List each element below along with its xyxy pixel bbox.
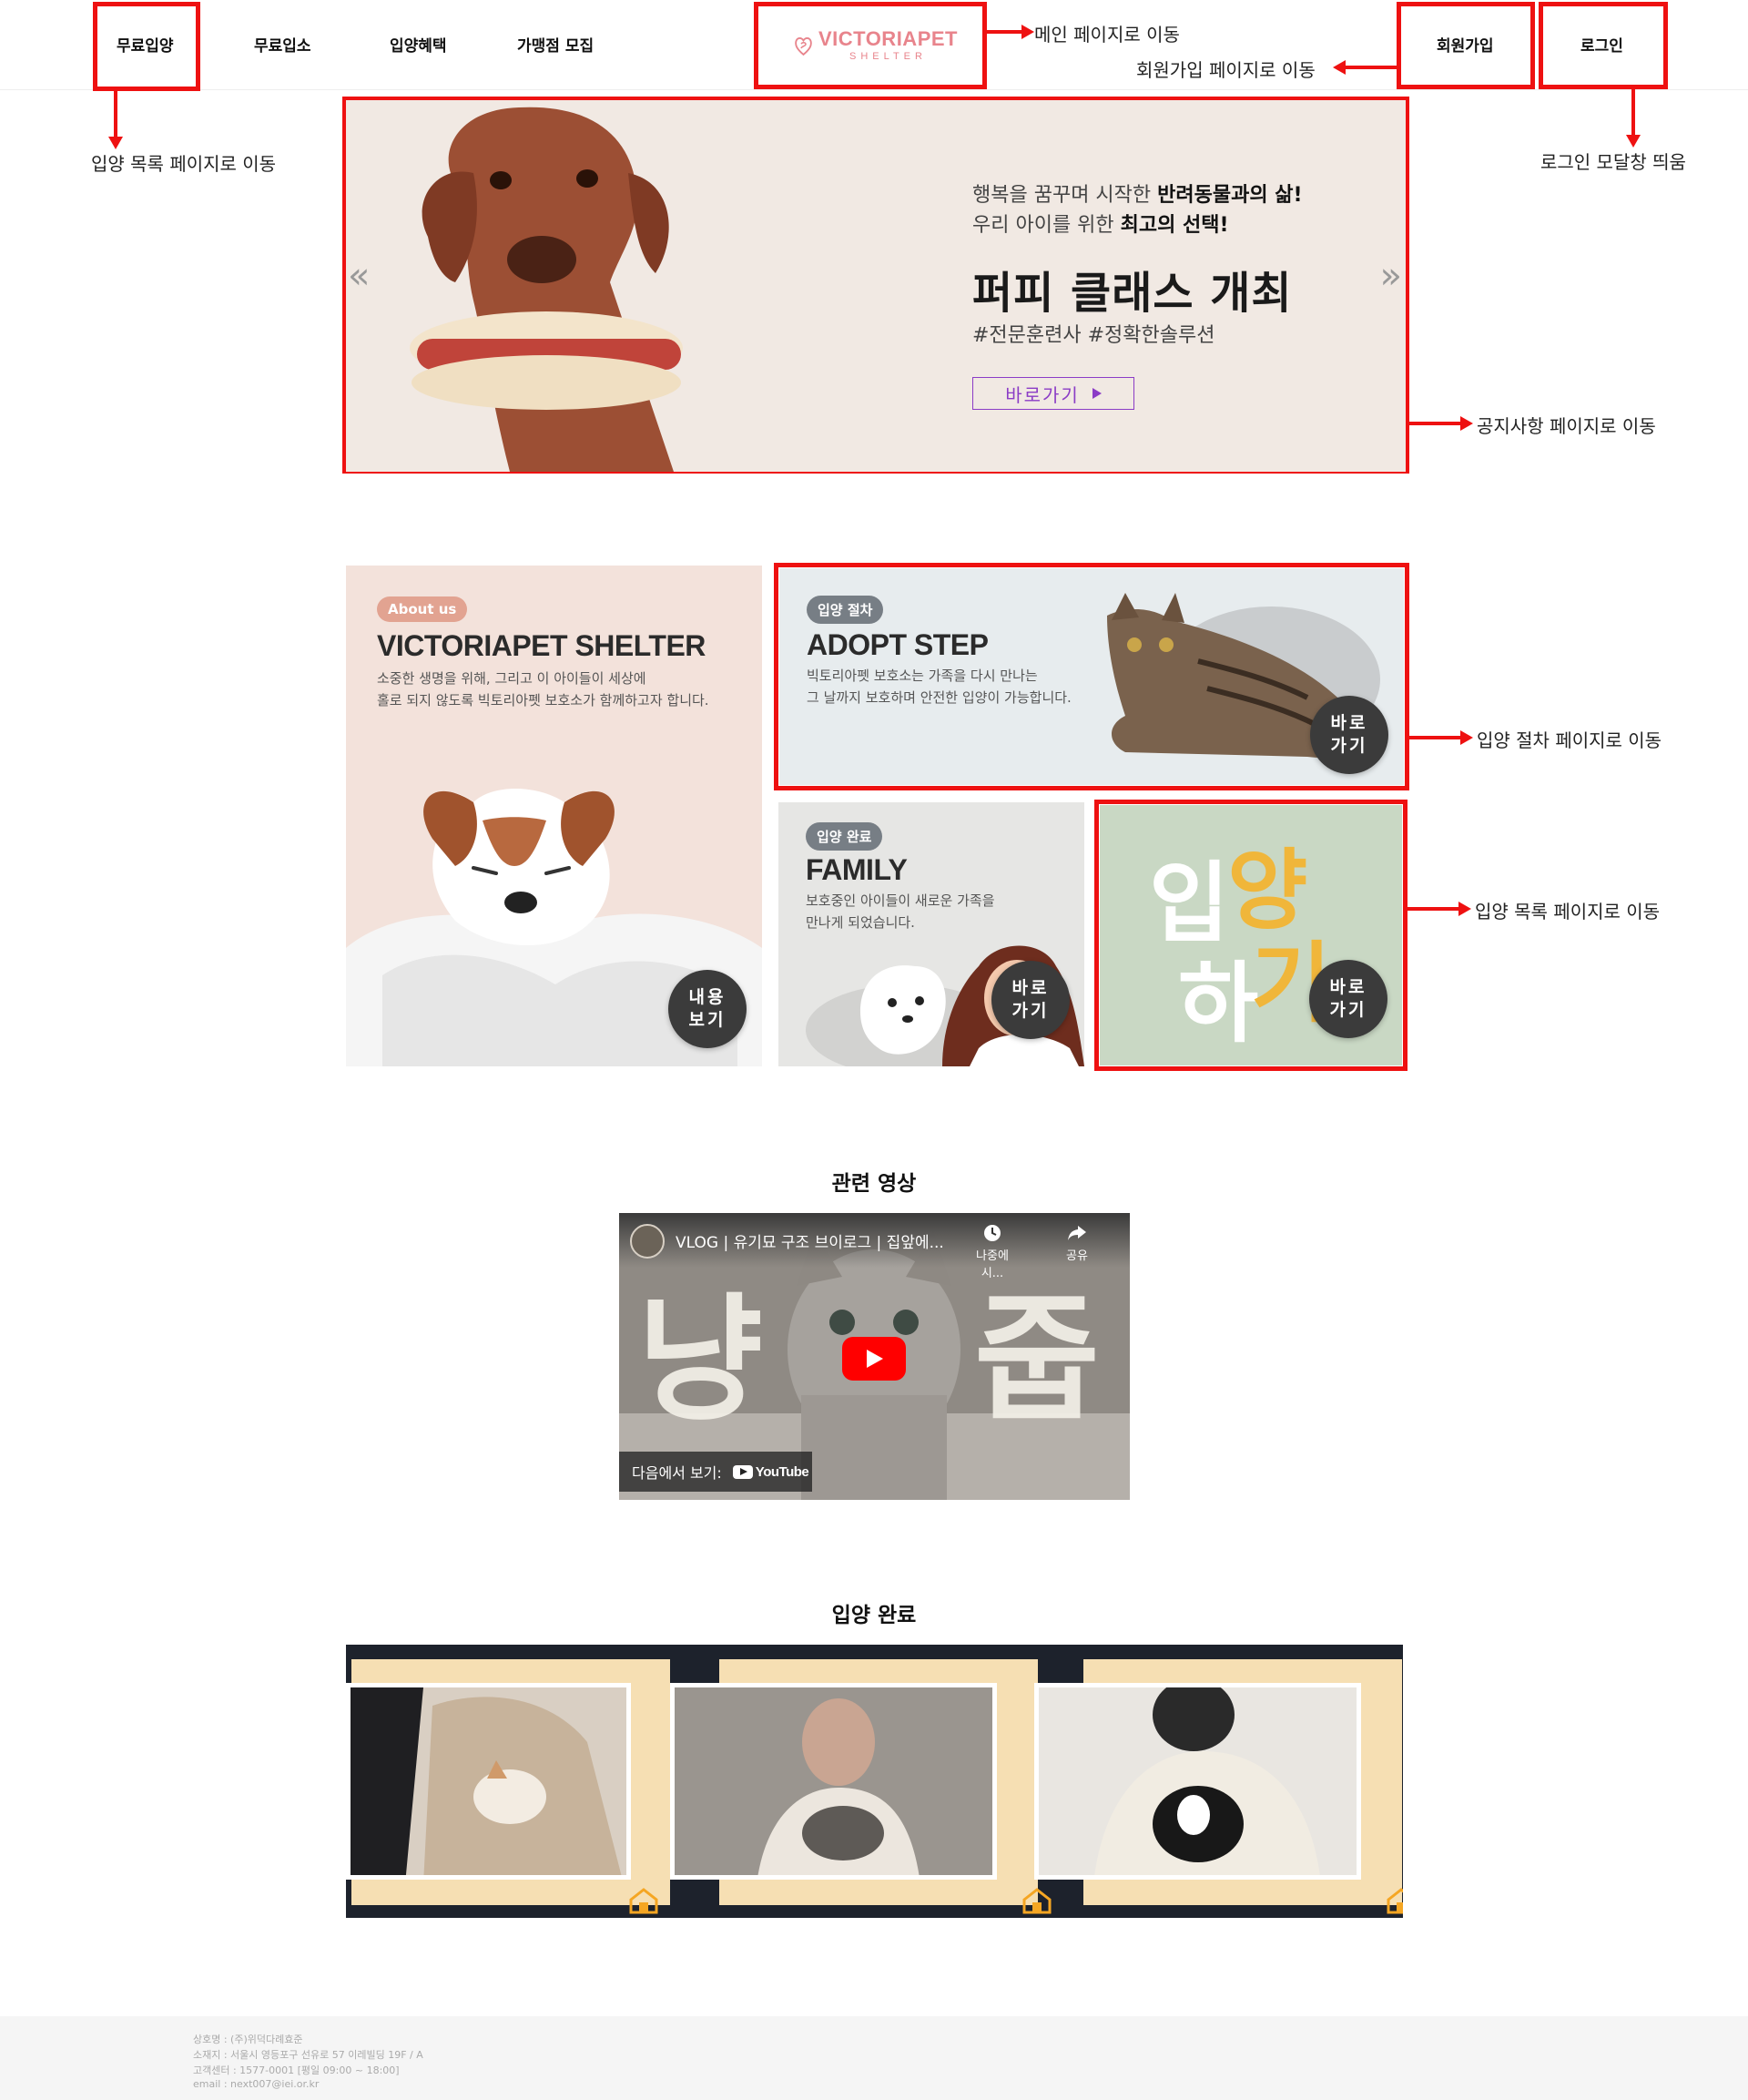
annotation-notice-page: 공지사항 페이지로 이동 <box>1477 415 1656 437</box>
hero-tags: #전문훈련사 #정확한솔루션 <box>972 324 1215 347</box>
hero-title: 퍼피 클래스 개최 <box>972 268 1293 319</box>
footer-company: 상호명 : (주)위덕다례효준 <box>193 2034 303 2045</box>
arrow-head <box>108 137 123 149</box>
about-more-button[interactable]: 내용 보기 <box>668 970 747 1048</box>
annotation-box-login <box>1539 2 1668 89</box>
adoption-section-title: 입양 완료 <box>831 1604 917 1627</box>
annotation-login-modal: 로그인 모달창 띄움 <box>1540 151 1686 173</box>
adopt-step-card[interactable]: 입양 절차 ADOPT STEP 빅토리아펫 보호소는 가족을 다시 만나는 그… <box>779 568 1404 785</box>
adopt-go-char-3: 하 <box>1178 953 1259 1055</box>
hero-prev-arrow[interactable]: « <box>348 255 370 297</box>
family-card[interactable]: 입양 완료 FAMILY 보호중인 아이들이 새로운 가족을 만나게 되었습니다… <box>778 802 1084 1066</box>
share-arrow-icon <box>1068 1226 1086 1240</box>
hero-line1-text: 행복을 꿈꾸며 시작한 <box>972 184 1158 207</box>
adoption-gallery[interactable] <box>346 1645 1403 1918</box>
youtube-logo-text: YouTube <box>755 1463 809 1480</box>
about-badge: About us <box>377 596 468 622</box>
arrow-line <box>1409 736 1462 739</box>
adopt-step-title: ADOPT STEP <box>807 628 989 661</box>
play-button-icon[interactable] <box>842 1337 906 1381</box>
hero-subtitle: 행복을 꿈꾸며 시작한 반려동물과의 삶! 우리 아이를 위한 최고의 선택! <box>972 180 1303 240</box>
adopt-go-button[interactable]: 바로 가기 <box>1309 960 1387 1038</box>
nav-adoption-benefits[interactable]: 입양혜택 <box>390 33 447 56</box>
family-go-button[interactable]: 바로 가기 <box>991 961 1070 1039</box>
hero-go-label: 바로가기 <box>1005 383 1080 406</box>
arrow-line <box>1344 66 1397 69</box>
annotation-signup-page: 회원가입 페이지로 이동 <box>1136 59 1316 81</box>
adopt-go-card[interactable]: 입 양 하 기 바로 가기 <box>1100 805 1402 1065</box>
annotation-box-signup <box>1397 2 1535 89</box>
arrow-line <box>114 91 117 138</box>
video-section-title: 관련 영상 <box>831 1172 917 1196</box>
about-title: VICTORIAPET SHELTER <box>377 629 706 662</box>
dog-with-hotdog-image <box>410 107 683 472</box>
adoption-photo-3 <box>1034 1683 1361 1880</box>
watch-on-label: 다음에서 보기: <box>632 1464 722 1482</box>
annotation-adopt-step-page: 입양 절차 페이지로 이동 <box>1477 729 1662 751</box>
watch-later-button[interactable]: 나중에 시... <box>965 1224 1020 1280</box>
adopt-step-badge: 입양 절차 <box>807 596 884 624</box>
nav-franchise[interactable]: 가맹점 모집 <box>517 33 594 56</box>
play-triangle-icon <box>1092 388 1102 399</box>
arrow-head <box>1460 416 1473 431</box>
annotation-main-page: 메인 페이지로 이동 <box>1034 24 1180 46</box>
youtube-logo-icon: YouTube <box>732 1463 809 1480</box>
adoption-photo-1 <box>346 1683 631 1880</box>
arrow-line <box>1408 907 1460 911</box>
about-desc: 소중한 생명을 위해, 그리고 이 아이들이 세상에 홀로 되지 않도록 빅토리… <box>377 670 709 708</box>
youtube-video-player[interactable]: 냥 줍 VLOG | 유기묘 구조 브이로그 | 집앞에... 나중에 시...… <box>619 1213 1130 1500</box>
video-title[interactable]: VLOG | 유기묘 구조 브이로그 | 집앞에... <box>676 1229 944 1252</box>
annotation-adoption-list: 입양 목록 페이지로 이동 <box>91 153 277 175</box>
hero-banner[interactable]: « » 행복을 꿈꾸며 시작한 반려동물과의 삶! 우리 아이를 위한 최고의 … <box>346 100 1406 472</box>
hero-line1-bold: 반려동물과의 삶! <box>1157 184 1303 207</box>
hero-next-arrow[interactable]: » <box>1380 255 1402 297</box>
footer-email: email : next007@iei.or.kr <box>193 2078 320 2090</box>
adopt-step-desc: 빅토리아펫 보호소는 가족을 다시 만나는 그 날까지 보호하며 안전한 입양이… <box>807 668 1072 706</box>
watch-later-label: 나중에 시... <box>976 1249 1009 1280</box>
footer-address: 소재지 : 서울시 영등포구 선유로 57 이레빌딩 19F / A <box>193 2049 423 2061</box>
arrow-head <box>1460 730 1473 745</box>
share-label: 공유 <box>1066 1249 1088 1263</box>
arrow-line <box>1409 422 1462 425</box>
arrow-head <box>1458 902 1471 916</box>
channel-avatar[interactable] <box>630 1224 665 1259</box>
about-card[interactable]: About us VICTORIAPET SHELTER 소중한 생명을 위해,… <box>346 566 762 1066</box>
nav-free-admission[interactable]: 무료입소 <box>254 33 311 56</box>
house-badge-icon <box>1387 1888 1403 1914</box>
hero-go-button[interactable]: 바로가기 <box>972 377 1134 410</box>
hero-line2-bold: 최고의 선택! <box>1120 214 1229 237</box>
annotation-adoption-list-2: 입양 목록 페이지로 이동 <box>1475 901 1661 923</box>
clock-icon <box>984 1225 1001 1241</box>
house-badge-icon <box>1022 1888 1052 1914</box>
footer-contact: 고객센터 : 1577-0001 [평일 09:00 ~ 18:00] <box>193 2064 400 2076</box>
arrow-line <box>1631 89 1635 137</box>
arrow-head <box>1626 135 1641 148</box>
annotation-box-logo <box>754 2 987 89</box>
family-title: FAMILY <box>806 853 908 886</box>
watch-on-youtube-button[interactable]: 다음에서 보기: YouTube <box>619 1452 812 1492</box>
adopt-step-go-button[interactable]: 바로 가기 <box>1310 696 1388 774</box>
arrow-head <box>1333 60 1346 75</box>
video-text-left: 냥 <box>637 1281 764 1440</box>
adoption-photo-2 <box>670 1683 997 1880</box>
family-badge: 입양 완료 <box>806 822 883 851</box>
arrow-head <box>1021 25 1034 39</box>
arrow-line <box>987 30 1025 34</box>
share-button[interactable]: 공유 <box>1054 1224 1100 1263</box>
annotation-box-free-adoption <box>93 2 200 91</box>
footer: 상호명 : (주)위덕다례효준 소재지 : 서울시 영등포구 선유로 57 이레… <box>0 2016 1748 2100</box>
house-badge-icon <box>629 1888 658 1914</box>
hero-line2-text: 우리 아이를 위한 <box>972 214 1121 237</box>
